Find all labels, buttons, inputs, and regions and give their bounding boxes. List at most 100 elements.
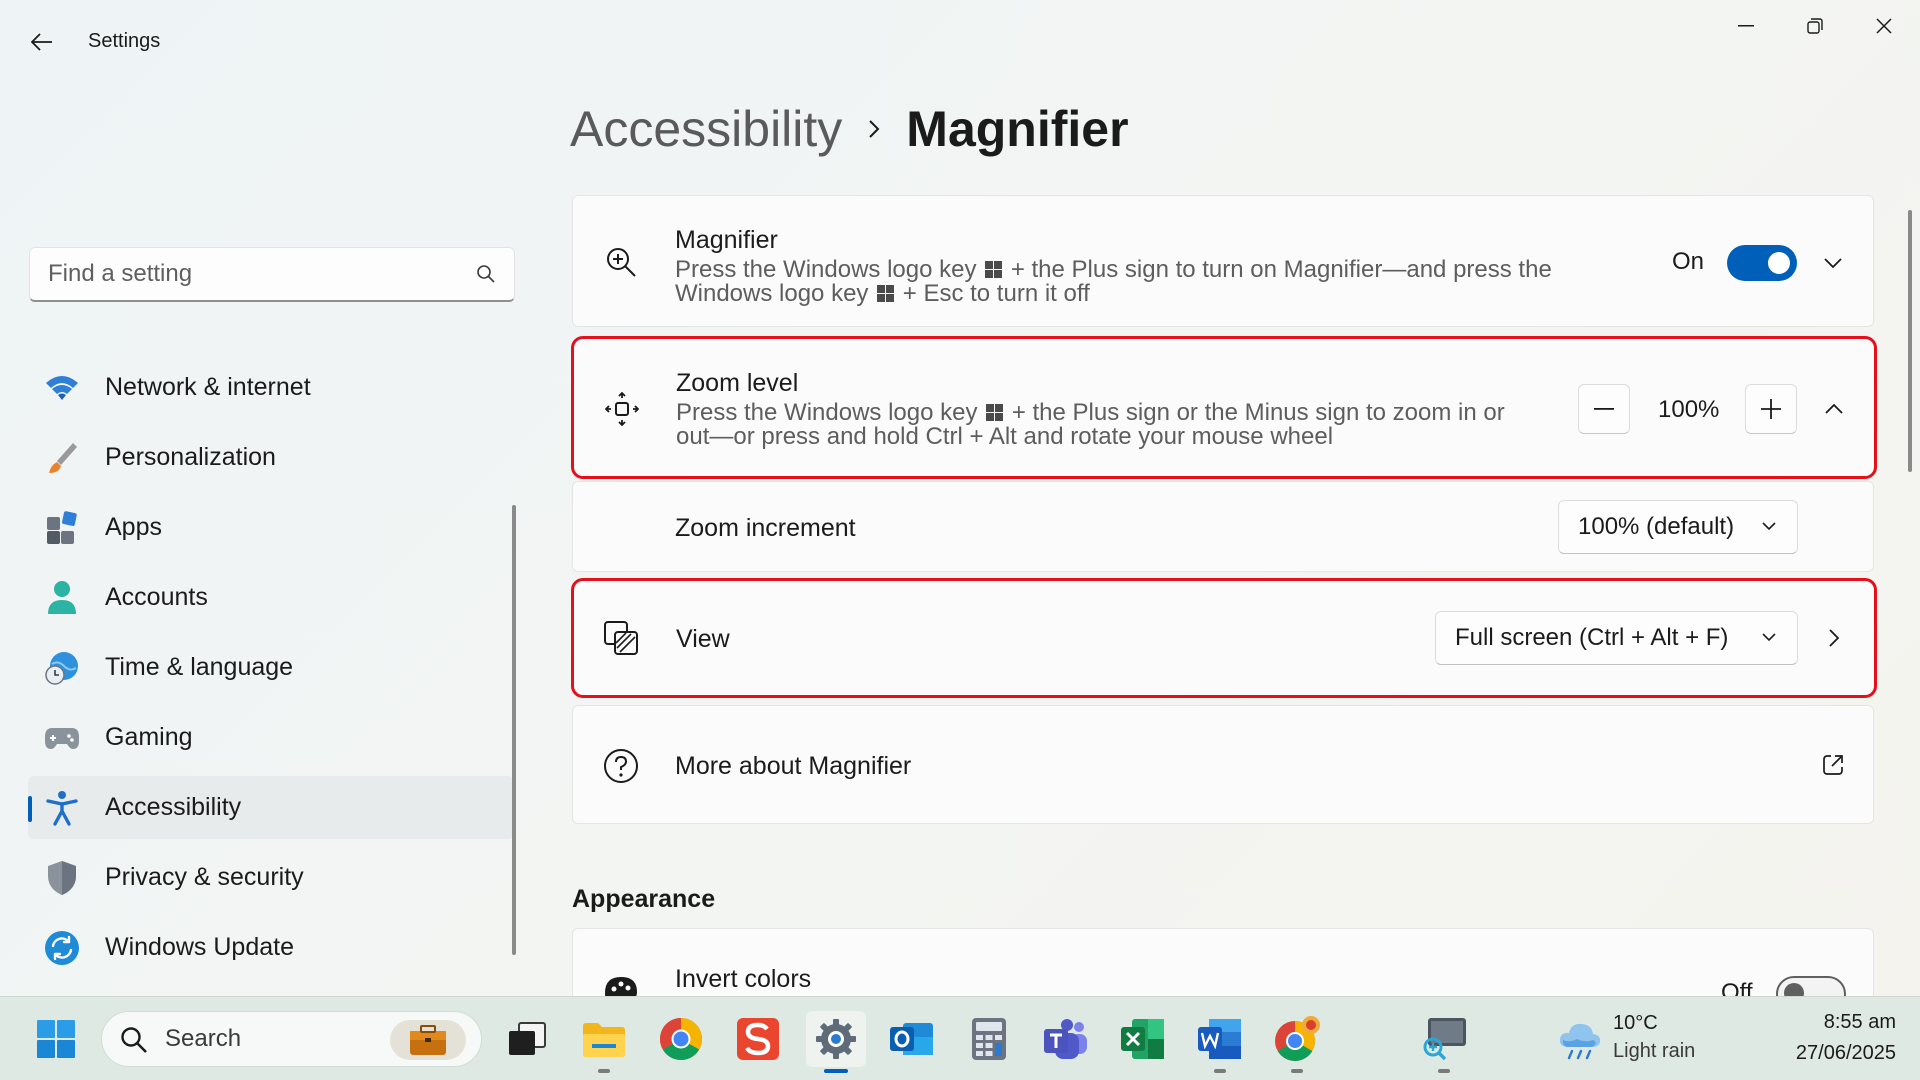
selected-indicator (28, 796, 32, 822)
invert-colors-card[interactable]: Invert colors Off (572, 928, 1874, 996)
windows-logo-icon (986, 404, 1004, 421)
sidebar-item-personalization[interactable]: Personalization (28, 426, 514, 489)
more-about-magnifier-link[interactable]: More about Magnifier (572, 705, 1874, 824)
running-indicator (1214, 1069, 1226, 1073)
breadcrumb: Accessibility Magnifier (570, 100, 1129, 158)
windows-logo-icon (985, 261, 1003, 278)
settings-search-box[interactable] (29, 247, 515, 302)
magnifier-toggle[interactable] (1727, 245, 1797, 281)
description-text: out—or press and hold Ctrl + Alt and rot… (676, 423, 1334, 450)
magnifier-description: Press the Windows logo key + the Plus si… (675, 258, 1595, 306)
folder-icon (583, 1023, 625, 1057)
sidebar-item-apps[interactable]: Apps (28, 496, 514, 559)
chevron-right-icon[interactable] (1817, 621, 1851, 655)
breadcrumb-parent-link[interactable]: Accessibility (570, 100, 842, 158)
zoom-in-button[interactable] (1745, 384, 1797, 434)
clock-time: 8:55 am (1823, 1011, 1896, 1033)
teams-icon (1044, 1019, 1087, 1059)
start-button[interactable] (28, 1011, 84, 1067)
sidebar-item-gaming[interactable]: Gaming (28, 706, 514, 769)
taskbar: Search 10°C Light rain 8:55 am 27/06/202… (0, 996, 1920, 1080)
invert-colors-toggle-state: Off (1721, 979, 1753, 996)
magnifier-card[interactable]: Magnifier Press the Windows logo key + t… (572, 195, 1874, 327)
zoom-increment-dropdown[interactable]: 100% (default) (1558, 500, 1798, 554)
sidebar-item-windows-update[interactable]: Windows Update (28, 916, 514, 979)
globe-clock-icon (44, 650, 80, 686)
person-icon (44, 580, 80, 616)
chevron-right-icon (868, 119, 880, 139)
main-scrollbar[interactable] (1908, 210, 1912, 472)
taskbar-task-view[interactable] (499, 1011, 555, 1067)
sidebar-item-network[interactable]: Network & internet (28, 356, 514, 419)
brush-icon (44, 440, 80, 476)
sidebar-item-time-language[interactable]: Time & language (28, 636, 514, 699)
plus-icon (1761, 399, 1781, 419)
description-text: + the Plus sign to turn on Magnifier—and… (1010, 256, 1552, 283)
taskbar-outlook[interactable] (884, 1011, 940, 1067)
outlook-icon (890, 1023, 933, 1055)
running-indicator (598, 1069, 610, 1073)
taskbar-word[interactable] (1192, 1011, 1248, 1073)
view-mode-icon (602, 619, 642, 659)
briefcase-icon (390, 1020, 466, 1060)
close-button[interactable] (1852, 6, 1916, 46)
description-text: + Esc to turn it off (902, 280, 1090, 307)
sidebar-item-label: Time & language (105, 653, 294, 681)
accessibility-icon (44, 790, 80, 826)
task-view-icon (509, 1022, 546, 1055)
zoom-level-description: Press the Windows logo key + the Plus si… (676, 401, 1596, 449)
snagit-icon (737, 1018, 779, 1060)
sidebar-item-label: Privacy & security (105, 863, 304, 891)
description-text: Press the Windows logo key (675, 256, 977, 283)
taskbar-magnifier[interactable] (1416, 1011, 1472, 1073)
close-icon (1876, 18, 1892, 34)
invert-colors-title: Invert colors (675, 965, 812, 993)
gamepad-icon (44, 720, 80, 756)
zoom-out-button[interactable] (1578, 384, 1630, 434)
taskbar-calculator[interactable] (961, 1011, 1017, 1067)
view-card[interactable]: View Full screen (Ctrl + Alt + F) (571, 578, 1877, 698)
cloud-rain-icon (1559, 1023, 1601, 1060)
taskbar-settings[interactable] (806, 1011, 866, 1073)
chevron-down-icon (1762, 633, 1776, 642)
view-title: View (676, 625, 730, 653)
taskbar-excel[interactable] (1115, 1011, 1171, 1067)
sidebar-item-accessibility[interactable]: Accessibility (28, 776, 514, 839)
minimize-icon (1738, 25, 1754, 27)
sidebar-item-privacy-security[interactable]: Privacy & security (28, 846, 514, 909)
taskbar-chrome-profile[interactable] (1269, 1011, 1325, 1073)
magnifier-toggle-state: On (1672, 248, 1705, 275)
invert-colors-toggle[interactable] (1776, 976, 1846, 996)
word-icon (1198, 1019, 1241, 1059)
settings-search-input[interactable] (48, 260, 476, 288)
weather-widget[interactable]: 10°C Light rain (1555, 1009, 1725, 1069)
chevron-down-icon[interactable] (1816, 246, 1850, 280)
taskbar-chrome[interactable] (653, 1011, 709, 1067)
chevron-up-icon[interactable] (1817, 392, 1851, 426)
sidebar-item-accounts[interactable]: Accounts (28, 566, 514, 629)
sidebar-item-label: Accounts (105, 583, 208, 611)
help-icon (601, 746, 641, 786)
wifi-icon (44, 370, 80, 406)
back-button[interactable] (22, 22, 62, 62)
taskbar-snagit[interactable] (730, 1011, 786, 1067)
restore-button[interactable] (1783, 6, 1847, 46)
system-clock[interactable]: 8:55 am 27/06/2025 (1796, 1009, 1896, 1065)
minimize-button[interactable] (1714, 6, 1778, 46)
clock-date: 27/06/2025 (1795, 1042, 1896, 1064)
taskbar-search[interactable]: Search (101, 1011, 482, 1067)
description-text: + the Plus sign or the Minus sign to zoo… (1011, 399, 1505, 426)
taskbar-file-explorer[interactable] (576, 1011, 632, 1073)
taskbar-teams[interactable] (1038, 1011, 1094, 1067)
weather-temperature: 10°C (1613, 1012, 1658, 1034)
magnifier-app-icon (1423, 1018, 1466, 1061)
more-about-title: More about Magnifier (675, 752, 912, 780)
sidebar-nav: Network & internet Personalization Apps … (28, 356, 514, 986)
shield-icon (44, 860, 80, 896)
view-mode-dropdown[interactable]: Full screen (Ctrl + Alt + F) (1435, 611, 1798, 665)
running-indicator (1291, 1069, 1303, 1073)
move-arrows-icon (602, 389, 642, 429)
zoom-increment-selected: 100% (default) (1578, 513, 1735, 540)
sidebar-scrollbar[interactable] (512, 505, 516, 955)
running-indicator (1438, 1069, 1450, 1073)
